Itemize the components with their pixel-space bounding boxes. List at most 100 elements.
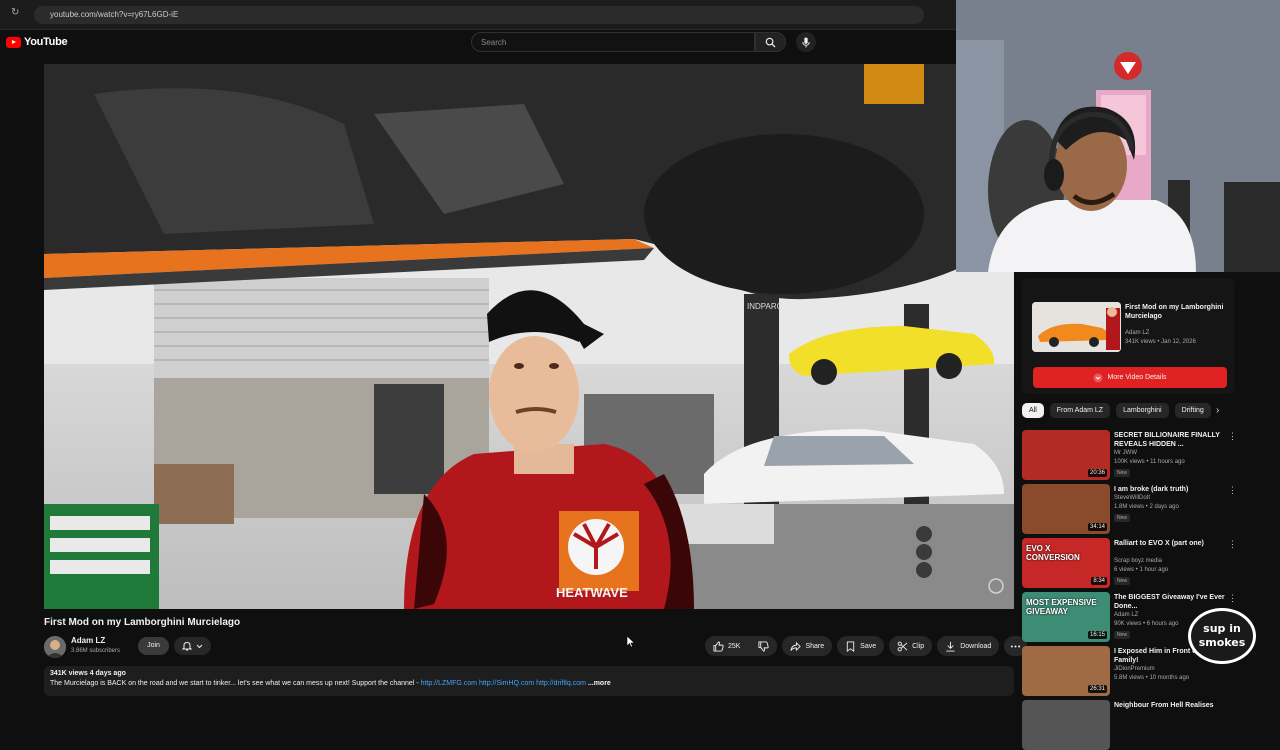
scissors-icon — [897, 641, 908, 651]
chip-drifting[interactable]: Drifting — [1174, 403, 1211, 418]
info-card-thumbnail[interactable] — [1032, 302, 1121, 352]
share-label: Share — [805, 642, 825, 650]
recommendation-thumbnail[interactable]: EVO X CONVERSION 8:34 — [1022, 538, 1110, 588]
search-input[interactable]: Search — [471, 32, 755, 52]
logo-text-2: smokes — [1199, 636, 1246, 649]
thumbs-down-icon[interactable] — [758, 640, 770, 652]
share-icon — [790, 641, 802, 651]
clip-button[interactable]: Clip — [889, 636, 933, 656]
download-label: Download — [960, 642, 992, 650]
download-button[interactable]: Download — [937, 636, 1000, 656]
chip-from-adam-lz[interactable]: From Adam LZ — [1049, 403, 1111, 418]
duration-badge: 34:14 — [1087, 523, 1107, 531]
like-count: 25K — [728, 642, 741, 650]
thumbs-up-icon — [713, 640, 724, 652]
description-text: The Murcielago is BACK on the road and w… — [50, 680, 421, 687]
search-icon — [765, 37, 776, 48]
more-vertical-icon[interactable]: ⋮ — [1228, 485, 1237, 496]
recommendation-title[interactable]: I am broke (dark truth) — [1114, 485, 1226, 494]
recommendation-item[interactable]: EVO X CONVERSION 8:34 Ralliart to EVO X (p… — [1022, 538, 1237, 588]
chevron-right-icon[interactable]: › — [1216, 405, 1219, 416]
recommendation-meta: 100K views • 11 hours ago — [1114, 459, 1185, 465]
info-card-meta: 341K views • Jan 12, 2026 — [1125, 339, 1196, 345]
recommendation-meta: 90K views • 6 hours ago — [1114, 621, 1179, 627]
new-badge: New — [1114, 631, 1131, 639]
recommendation-thumbnail[interactable]: 20:36 — [1022, 430, 1110, 480]
save-icon — [846, 640, 855, 652]
notification-bell-button[interactable] — [174, 637, 211, 655]
mouse-cursor-icon — [627, 636, 635, 648]
video-info-card: First Mod on my Lamborghini Murcielago A… — [1022, 278, 1234, 394]
reload-icon[interactable]: ↻ — [11, 7, 19, 18]
shirt-text: HEATWAVE — [556, 585, 628, 600]
new-badge: New — [1114, 514, 1131, 522]
address-bar[interactable]: youtube.com/watch?v=ry67L6GD-iE — [34, 6, 924, 24]
recommendation-thumbnail[interactable]: MOST EXPENSIVE GIVEAWAY 16:15 — [1022, 592, 1110, 642]
streamer-logo: sup in smokes — [1188, 608, 1256, 664]
view-count-date: 341K views 4 days ago — [50, 670, 126, 677]
new-badge: New — [1114, 577, 1131, 585]
thumbnail-overlay-text: EVO X CONVERSION — [1026, 544, 1080, 562]
save-label: Save — [860, 642, 877, 650]
recommendation-title[interactable]: SECRET BILLIONAIRE FINALLY REVEALS HIDDE… — [1114, 431, 1226, 449]
recommendation-channel[interactable]: Mr JWW — [1114, 450, 1137, 456]
chevron-down-icon — [196, 644, 203, 648]
like-button[interactable]: 25K — [705, 636, 778, 656]
more-video-details-button[interactable]: More Video Details — [1033, 367, 1227, 388]
duration-badge: 20:36 — [1087, 469, 1107, 477]
recommendation-meta: 5.8M views • 10 months ago — [1114, 675, 1190, 681]
description-body: The Murcielago is BACK on the road and w… — [50, 680, 1008, 687]
show-more-link[interactable]: ...more — [588, 680, 611, 687]
chip-lamborghini[interactable]: Lamborghini — [1116, 403, 1169, 418]
chevron-circle-icon — [1093, 373, 1103, 382]
duration-badge: 16:15 — [1087, 631, 1107, 639]
video-frame: HEATWAVE INDPARC — [44, 64, 1014, 609]
duration-badge: 26:31 — [1087, 685, 1107, 693]
save-button[interactable]: Save — [837, 636, 885, 656]
channel-avatar[interactable] — [44, 636, 66, 658]
join-button[interactable]: Join — [138, 637, 169, 655]
more-video-details-label: More Video Details — [1107, 374, 1167, 381]
recommendation-channel[interactable]: JiDionPremium — [1114, 666, 1155, 672]
thumbnail-overlay-text: MOST EXPENSIVE GIVEAWAY — [1026, 598, 1097, 616]
video-actions: 25K Share Save Clip Download — [705, 636, 1028, 656]
more-vertical-icon[interactable]: ⋮ — [1228, 539, 1237, 550]
info-card-title[interactable]: First Mod on my Lamborghini Murcielago — [1125, 303, 1233, 321]
video-title: First Mod on my Lamborghini Murcielago — [44, 617, 241, 628]
streamer-webcam — [956, 0, 1280, 272]
recommendation-filter-chips: All From Adam LZ Lamborghini Drifting — [1022, 403, 1211, 418]
logo-text: sup in — [1203, 622, 1241, 635]
more-vertical-icon[interactable]: ⋮ — [1228, 431, 1237, 442]
channel-name[interactable]: Adam LZ — [71, 636, 105, 645]
info-card-channel: Adam LZ — [1125, 330, 1150, 336]
duration-badge: 8:34 — [1091, 577, 1107, 585]
youtube-logo[interactable]: YouTube — [6, 36, 68, 48]
voice-search-button[interactable] — [796, 32, 816, 52]
recommendation-thumbnail[interactable]: 26:31 — [1022, 646, 1110, 696]
recommendation-title[interactable]: Neighbour From Hell Realises — [1114, 701, 1226, 710]
recommendation-item[interactable]: Neighbour From Hell Realises — [1022, 700, 1232, 750]
recommendation-item[interactable]: 34:14 I am broke (dark truth) SteveWillDoI… — [1022, 484, 1237, 534]
recommendation-thumbnail[interactable] — [1022, 700, 1110, 750]
video-description[interactable]: 341K views 4 days ago The Murcielago is … — [44, 666, 1014, 696]
recommendation-item[interactable]: 20:36 SECRET BILLIONAIRE FINALLY REVEALS … — [1022, 430, 1237, 480]
youtube-play-icon — [6, 36, 21, 48]
recommendation-channel[interactable]: SteveWillDoIt — [1114, 495, 1150, 501]
recommendation-channel[interactable]: Scrap boyz media — [1114, 558, 1162, 564]
new-badge: New — [1114, 469, 1131, 477]
download-icon — [946, 641, 955, 652]
search-button[interactable] — [755, 32, 786, 52]
recommendation-channel[interactable]: Adam LZ — [1114, 612, 1138, 618]
garage-sign-text: INDPARC — [747, 302, 783, 311]
recommendation-title[interactable]: Ralliart to EVO X (part one) — [1114, 539, 1226, 548]
recommendation-thumbnail[interactable]: 34:14 — [1022, 484, 1110, 534]
recommendation-meta: 1.8M views • 2 days ago — [1114, 504, 1179, 510]
description-links[interactable]: http://LZMFG.com http://SimHQ.com http:/… — [421, 680, 586, 687]
bell-icon — [182, 641, 192, 651]
subscriber-count: 3.86M subscribers — [71, 648, 121, 654]
share-button[interactable]: Share — [782, 636, 833, 656]
chip-all[interactable]: All — [1022, 403, 1044, 418]
recommendation-meta: 6 views • 1 hour ago — [1114, 567, 1169, 573]
video-player[interactable]: HEATWAVE INDPARC — [44, 64, 1014, 609]
clip-label: Clip — [912, 642, 925, 650]
